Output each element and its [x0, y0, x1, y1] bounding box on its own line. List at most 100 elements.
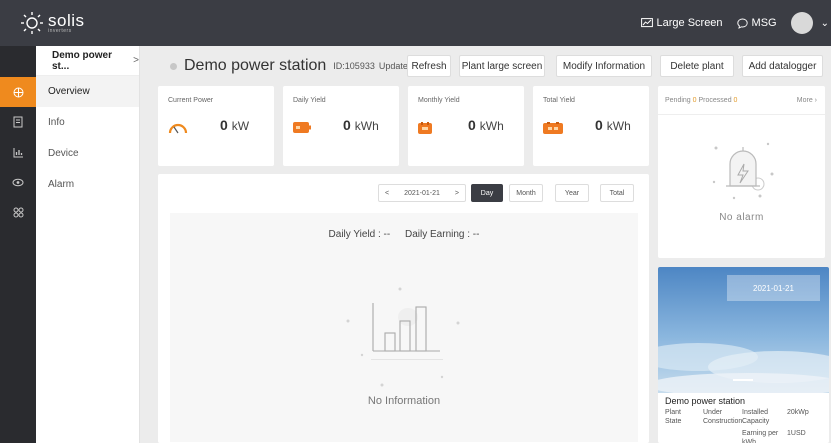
total-yield-value: 0	[595, 117, 603, 133]
solis-sun-icon	[21, 12, 43, 34]
tab-year[interactable]: Year	[555, 184, 589, 202]
daily-earning-text: Daily Earning : --	[405, 229, 480, 240]
delete-plant-button[interactable]: Delete plant	[660, 55, 734, 77]
no-information-text: No Information	[367, 395, 441, 407]
divider	[658, 114, 825, 115]
document-icon	[13, 116, 23, 128]
refresh-button[interactable]: Refresh	[407, 55, 451, 77]
grid-circles-icon	[13, 207, 23, 217]
user-menu-caret[interactable]: ⌄	[821, 18, 829, 29]
monitor-chart-icon	[640, 17, 653, 27]
no-alarm-illustration-icon	[712, 142, 774, 200]
metric-label: Daily Yield	[293, 97, 326, 104]
gauge-icon	[168, 123, 188, 134]
plant-large-screen-button[interactable]: Plant large screen	[459, 55, 545, 77]
installed-capacity-value: 20kWp	[787, 409, 809, 416]
more-label: More	[796, 97, 813, 104]
page-header: Demo power station ID:105933 Updated to:…	[158, 51, 823, 81]
alarm-summary: Pending 0 Processed 0	[665, 97, 815, 104]
status-dot	[170, 62, 177, 70]
station-id: ID:105933	[333, 61, 375, 71]
monthly-yield-unit: kWh	[479, 119, 504, 133]
large-screen-label: Large Screen	[656, 17, 723, 29]
chevron-right-icon[interactable]: >	[455, 190, 459, 197]
sidebar-item-label: Overview	[48, 86, 90, 97]
plant-sidenav: Demo power st... > Overview Info Device …	[36, 46, 140, 443]
station-selector-label: Demo power st...	[52, 49, 113, 72]
icon-sidebar	[0, 46, 36, 443]
sidebar-item-device[interactable]: Device	[36, 138, 139, 169]
metric-value: 0 kWh	[343, 117, 379, 133]
metric-value: 0 kWh	[468, 117, 504, 133]
apps-nav-icon[interactable]	[0, 197, 36, 227]
sidebar-item-info[interactable]: Info	[36, 107, 139, 138]
add-datalogger-button[interactable]: Add datalogger	[742, 55, 823, 77]
earning-label: Earning per kWh	[742, 430, 779, 443]
globe-icon	[13, 87, 23, 97]
empty-chart-illustration-icon	[346, 287, 460, 387]
msg-link[interactable]: MSG	[736, 17, 777, 29]
more-alarms-link[interactable]: More ›	[797, 97, 817, 104]
metric-label: Current Power	[168, 97, 214, 104]
current-power-value: 0	[220, 117, 228, 133]
date-value: 2021-01-21	[404, 189, 440, 197]
top-bar: solis inverters Large Screen MSG ⌄	[0, 0, 831, 46]
calendar-battery-icon	[418, 122, 432, 134]
total-yield-unit: kWh	[606, 119, 631, 133]
sidebar-item-label: Alarm	[48, 179, 75, 190]
alarm-card: Pending 0 Processed 0 More › No alarm	[658, 86, 825, 258]
pending-label: Pending	[665, 97, 691, 104]
eye-icon	[12, 178, 24, 186]
metric-label: Total Yield	[543, 97, 575, 104]
date-picker[interactable]: < 2021-01-21 >	[378, 184, 466, 202]
tab-month[interactable]: Month	[509, 184, 543, 202]
sidebar-item-label: Device	[48, 148, 79, 159]
large-screen-link[interactable]: Large Screen	[640, 17, 723, 29]
current-power-card: Current Power 0 kW	[158, 86, 274, 166]
plant-info-card[interactable]: 2021-01-21 Demo power station Plant Stat…	[658, 267, 829, 443]
battery-icon	[293, 122, 311, 133]
plant-state-value: Under Construction	[703, 409, 743, 425]
metric-label: Monthly Yield	[418, 97, 460, 104]
metric-value: 0 kW	[220, 117, 249, 133]
photo-date: 2021-01-21	[727, 275, 820, 301]
pending-count: 0	[692, 97, 697, 104]
tab-day[interactable]: Day	[471, 184, 503, 202]
modify-information-button[interactable]: Modify Information	[556, 55, 652, 77]
yield-chart-panel: < 2021-01-21 > Day Month Year Total Dail…	[158, 174, 649, 443]
battery-stack-icon	[543, 122, 563, 134]
sidebar-item-overview[interactable]: Overview	[36, 76, 139, 107]
tab-total[interactable]: Total	[600, 184, 634, 202]
brand-name: solis	[48, 11, 85, 30]
chart-nav-icon[interactable]	[0, 137, 36, 167]
daily-summary: Daily Yield : -- Daily Earning : --	[170, 229, 638, 240]
metric-value: 0 kWh	[595, 117, 631, 133]
user-avatar[interactable]	[790, 12, 813, 34]
total-yield-card: Total Yield 0 kWh	[533, 86, 649, 166]
msg-label: MSG	[751, 17, 777, 29]
sidebar-item-alarm[interactable]: Alarm	[36, 169, 139, 200]
no-alarm-text: No alarm	[719, 212, 764, 223]
eye-nav-icon[interactable]	[0, 167, 36, 197]
logo[interactable]: solis inverters	[20, 11, 85, 35]
chevron-right-icon: >	[133, 55, 139, 66]
chevron-left-icon[interactable]: <	[385, 190, 389, 197]
monthly-yield-value: 0	[468, 117, 476, 133]
installed-capacity-label: Installed Capacity	[742, 409, 770, 425]
plant-photo: 2021-01-21	[658, 267, 829, 393]
carousel-indicator[interactable]	[733, 379, 753, 381]
monthly-yield-card: Monthly Yield 0 kWh	[408, 86, 524, 166]
message-icon	[736, 18, 748, 29]
chart-area: Daily Yield : -- Daily Earning : -- No I…	[170, 213, 638, 442]
daily-yield-unit: kWh	[354, 119, 379, 133]
document-nav-icon[interactable]	[0, 107, 36, 137]
bar-chart-icon	[13, 147, 23, 157]
station-selector[interactable]: Demo power st... >	[36, 46, 139, 76]
page-title: Demo power station	[184, 57, 327, 74]
processed-count: 0	[733, 97, 738, 104]
daily-yield-value: 0	[343, 117, 351, 133]
processed-label: Processed	[698, 97, 732, 104]
sidebar-item-label: Info	[48, 117, 65, 128]
plant-nav-icon[interactable]	[0, 77, 36, 107]
earning-value: 1USD	[787, 430, 806, 437]
